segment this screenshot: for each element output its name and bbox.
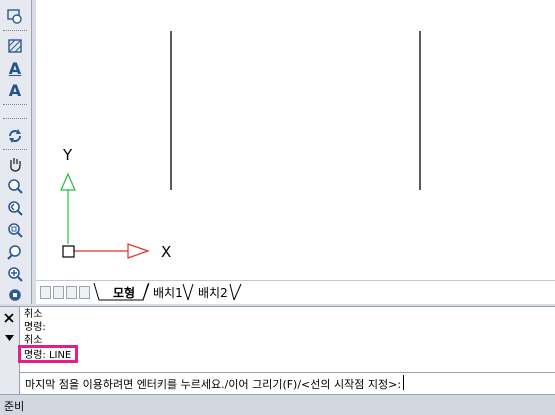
zoom-in-icon[interactable] <box>4 264 26 284</box>
text-a2-icon[interactable]: A <box>4 80 26 100</box>
command-prompt: 마지막 점을 이용하려면 엔터키를 누르세요./이어 그리기(F)/<선의 시작… <box>25 378 402 391</box>
zoom-window-icon[interactable] <box>4 220 26 240</box>
region-icon[interactable] <box>4 6 26 26</box>
command-input[interactable]: 마지막 점을 이용하려면 엔터키를 누르세요./이어 그리기(F)/<선의 시작… <box>20 372 555 392</box>
dropdown-arrow-icon <box>5 335 14 341</box>
highlight-box <box>18 345 78 363</box>
status-bar: 준비 <box>0 394 555 415</box>
pan-icon[interactable] <box>4 154 26 174</box>
ucs-x-label: X <box>161 243 171 261</box>
hatch-icon[interactable] <box>4 36 26 56</box>
zoom-realtime-icon[interactable] <box>4 176 26 196</box>
regen-icon[interactable] <box>4 126 26 146</box>
zoom-out-icon[interactable] <box>4 286 26 302</box>
draw-toolbar: A A <box>0 0 32 304</box>
command-window-handle <box>0 307 20 395</box>
zoom-previous-icon[interactable] <box>4 198 26 218</box>
status-text: 준비 <box>4 400 25 413</box>
history-line: 취소 <box>24 309 43 320</box>
tab-model[interactable]: 모형 <box>113 284 135 301</box>
text-a-label: A <box>8 58 22 78</box>
text-a-icon[interactable]: A <box>4 58 26 78</box>
close-icon <box>4 313 14 323</box>
tab-layout2[interactable]: 배치2 <box>198 284 228 301</box>
text-cursor <box>403 375 404 390</box>
zoom-dynamic-icon[interactable] <box>4 242 26 262</box>
tab-layout1[interactable]: 배치1 <box>153 284 183 301</box>
canvas-graphics: Y X <box>60 31 421 261</box>
ucs-y-label: Y <box>62 146 73 164</box>
ucs-icon <box>60 172 150 259</box>
layout-tabs-bar: 모형 배치1 배치2 <box>36 280 555 304</box>
drawing-canvas[interactable]: Y X <box>36 0 555 280</box>
text-a2-label: A <box>8 80 22 100</box>
history-line: 명령: <box>24 322 46 333</box>
